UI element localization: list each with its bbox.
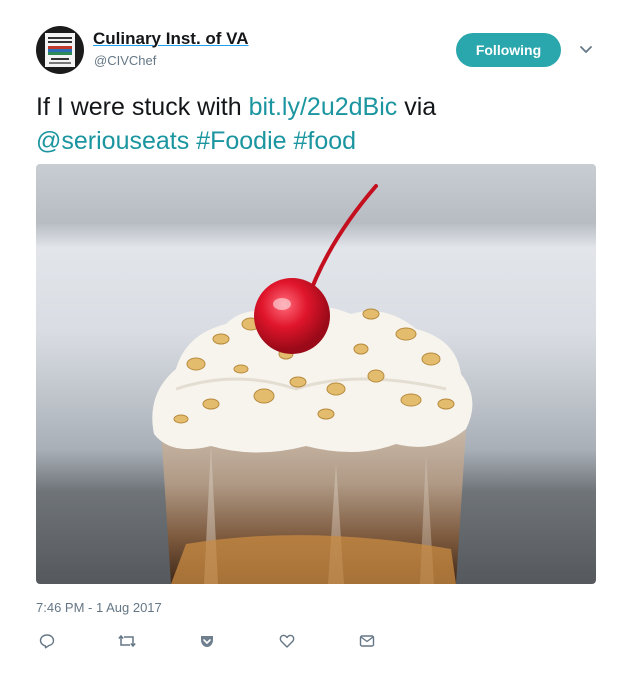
message-icon[interactable] bbox=[356, 630, 378, 652]
reply-icon[interactable] bbox=[36, 630, 58, 652]
milkshake-photo-icon bbox=[152, 184, 473, 584]
retweet-icon[interactable] bbox=[116, 630, 138, 652]
account-handle[interactable]: @CIVChef bbox=[94, 53, 156, 68]
avatar[interactable] bbox=[36, 26, 84, 74]
tweet-photo[interactable] bbox=[36, 164, 596, 584]
hashtag-link[interactable]: #food bbox=[294, 127, 357, 155]
account-name[interactable]: Culinary Inst. of VA bbox=[93, 29, 249, 49]
tweet-actions bbox=[36, 630, 596, 652]
mention-link[interactable]: @seriouseats bbox=[36, 127, 189, 155]
tweet-text-part: If I were stuck with bbox=[36, 93, 249, 121]
pocket-icon[interactable] bbox=[196, 630, 218, 652]
chevron-down-icon[interactable] bbox=[579, 43, 593, 55]
tweet-text: If I were stuck with bit.ly/2u2dBic via … bbox=[36, 90, 596, 158]
culinary-institute-logo-icon bbox=[45, 33, 75, 67]
hashtag-link[interactable]: #Foodie bbox=[196, 127, 286, 155]
tweet-text-part: via bbox=[397, 93, 437, 121]
tweet-link[interactable]: bit.ly/2u2dBic bbox=[249, 93, 398, 121]
tweet-timestamp[interactable]: 7:46 PM - 1 Aug 2017 bbox=[36, 600, 162, 615]
following-button[interactable]: Following bbox=[456, 33, 561, 67]
like-icon[interactable] bbox=[276, 630, 298, 652]
